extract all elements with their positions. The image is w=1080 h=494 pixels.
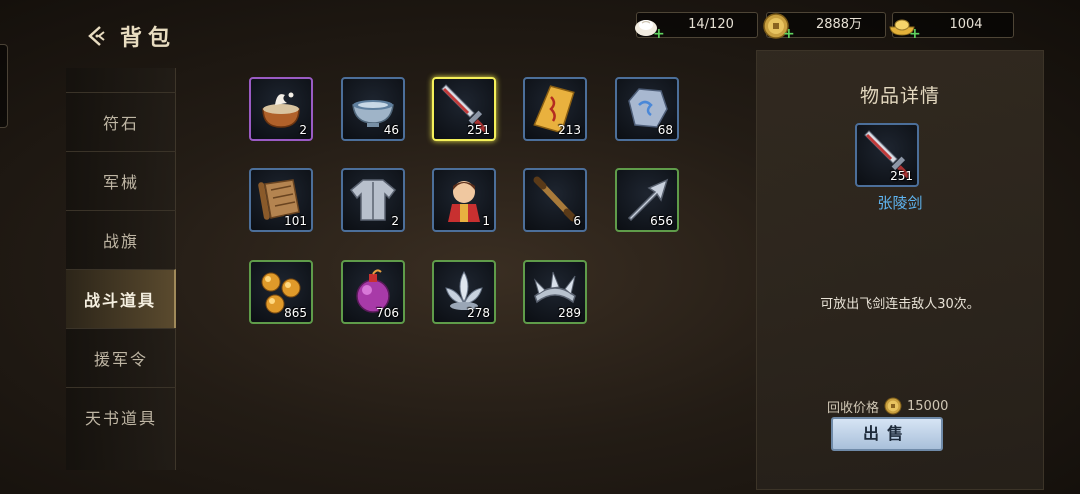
- inventory-slot[interactable]: 1: [432, 168, 496, 232]
- item-count: 289: [558, 306, 581, 320]
- recycle-price: 回收价格 15000: [827, 396, 948, 416]
- detail-item-count: 251: [890, 169, 913, 183]
- stamina-counter[interactable]: + 14/120: [635, 12, 758, 41]
- inventory-slot[interactable]: 46: [341, 77, 405, 141]
- detail-item-description: 可放出飞剑连击敌人30次。: [820, 297, 980, 312]
- tab-battle-items[interactable]: 战斗道具: [66, 269, 176, 328]
- sell-button[interactable]: 出售: [831, 417, 943, 451]
- stamina-value: 14/120: [688, 17, 734, 32]
- page-title: 背包: [120, 25, 177, 51]
- side-drawer-handle[interactable]: [0, 44, 8, 128]
- item-count: 706: [376, 306, 399, 320]
- tab-runestone[interactable]: 符石: [66, 92, 176, 151]
- detail-title: 物品详情: [859, 85, 940, 107]
- inventory-slot[interactable]: 278: [432, 260, 496, 324]
- inventory-slot[interactable]: 2: [341, 168, 405, 232]
- item-count: 251: [467, 123, 490, 137]
- item-count: 68: [657, 123, 673, 137]
- copper-value: 2888万: [815, 17, 863, 32]
- inventory-slot-selected[interactable]: 251: [432, 77, 496, 141]
- tab-heavenly-book-items[interactable]: 天书道具: [66, 387, 176, 446]
- gold-value: 1004: [949, 17, 983, 32]
- inventory-slot[interactable]: 101: [249, 168, 313, 232]
- detail-item-name: 张陵剑: [877, 194, 923, 212]
- inventory-slot[interactable]: 289: [523, 260, 587, 324]
- gold-counter[interactable]: + 1004: [889, 12, 1014, 41]
- tab-weaponry[interactable]: 军械: [66, 151, 176, 210]
- item-count: 2: [391, 214, 399, 228]
- back-button[interactable]: 背包: [84, 20, 184, 52]
- tab-reinforcement-order[interactable]: 援军令: [66, 328, 176, 387]
- recycle-price-value: 15000: [907, 398, 949, 414]
- recycle-price-label: 回收价格: [827, 400, 880, 416]
- item-count: 865: [284, 306, 307, 320]
- item-count: 213: [558, 123, 581, 137]
- inventory-slot[interactable]: 6: [523, 168, 587, 232]
- add-stamina-icon[interactable]: +: [653, 27, 665, 41]
- inventory-slot[interactable]: 2: [249, 77, 313, 141]
- category-tabs: 符石 军械 战旗 战斗道具 援军令 天书道具: [66, 68, 176, 470]
- tab-war-banner[interactable]: 战旗: [66, 210, 176, 269]
- inventory-slot[interactable]: 865: [249, 260, 313, 324]
- inventory-slot[interactable]: 706: [341, 260, 405, 324]
- item-count: 6: [573, 214, 581, 228]
- copper-counter[interactable]: + 2888万: [763, 12, 886, 41]
- item-detail-panel: 物品详情 251 张陵剑 可放出飞剑连击敌人30次。 回收价格 15000 出售: [756, 50, 1044, 490]
- item-count: 278: [467, 306, 490, 320]
- detail-item-icon: 251: [855, 123, 919, 187]
- back-arrow-icon: [88, 26, 105, 46]
- copper-coin-icon: [884, 397, 902, 415]
- item-count: 2: [299, 123, 307, 137]
- item-count: 1: [482, 214, 490, 228]
- inventory-slot[interactable]: 213: [523, 77, 587, 141]
- inventory-slot[interactable]: 656: [615, 168, 679, 232]
- inventory-slot[interactable]: 68: [615, 77, 679, 141]
- item-count: 46: [383, 123, 399, 137]
- item-count: 101: [284, 214, 307, 228]
- item-count: 656: [650, 214, 673, 228]
